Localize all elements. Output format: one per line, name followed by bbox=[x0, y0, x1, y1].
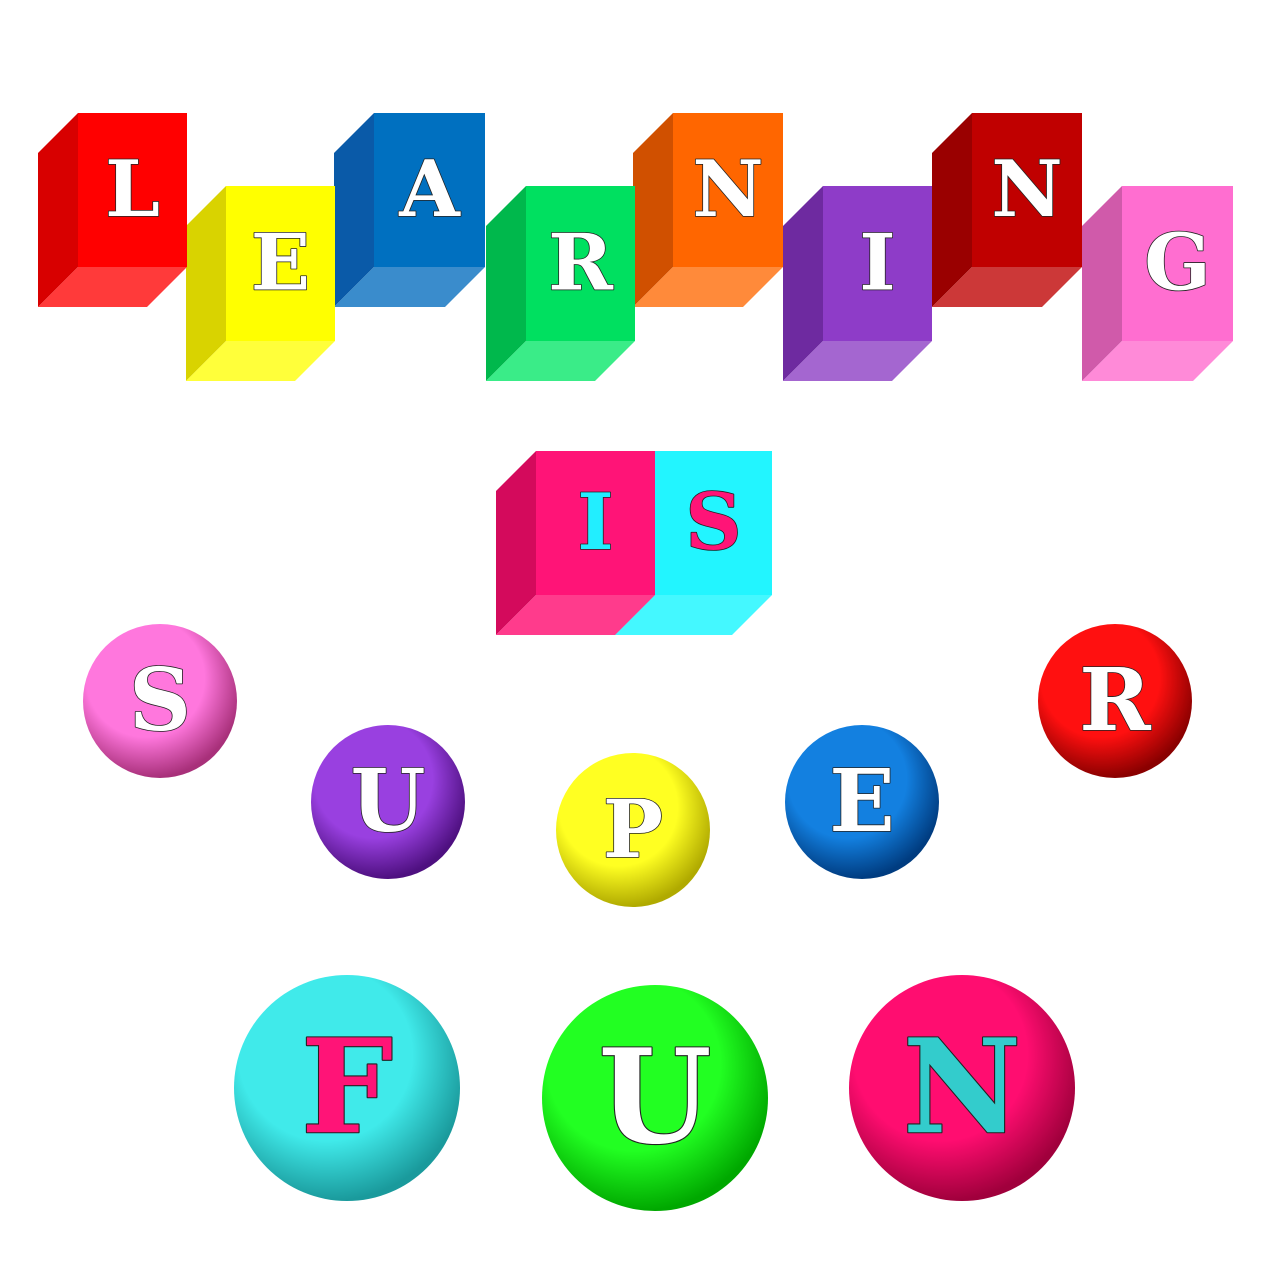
letter-ball-r: R bbox=[1038, 624, 1192, 778]
letter-ball-u: U bbox=[542, 985, 768, 1211]
word-learning: GNINRAEL bbox=[38, 113, 1233, 381]
block-letter: E bbox=[251, 218, 310, 309]
ball-letter: U bbox=[598, 1020, 711, 1173]
ball-letter: E bbox=[829, 751, 895, 852]
letter-block-e: E bbox=[186, 186, 335, 381]
ball-letter: R bbox=[1079, 650, 1151, 751]
letter-block-n: N bbox=[633, 113, 783, 307]
ball-letter: F bbox=[301, 1010, 393, 1163]
letter-ball-e: E bbox=[785, 725, 939, 879]
block-letter: N bbox=[991, 144, 1062, 235]
letter-block-a: A bbox=[334, 113, 485, 307]
letter-block-n: N bbox=[932, 113, 1082, 307]
block-letter: G bbox=[1144, 218, 1211, 309]
letter-block-l: L bbox=[38, 113, 187, 307]
block-letter: L bbox=[105, 144, 160, 235]
block-letter: A bbox=[398, 144, 461, 235]
ball-letter: U bbox=[351, 751, 426, 852]
letter-block-i: I bbox=[496, 451, 655, 635]
letter-ball-n: N bbox=[849, 975, 1075, 1201]
letter-block-r: R bbox=[486, 186, 635, 381]
block-letter: I bbox=[859, 218, 896, 309]
letter-ball-u: U bbox=[311, 725, 465, 879]
ball-letter: S bbox=[129, 650, 191, 751]
word-is: SI bbox=[496, 451, 772, 635]
ball-letter: P bbox=[603, 782, 663, 876]
block-letter: R bbox=[548, 218, 614, 309]
letter-block-g: G bbox=[1082, 186, 1233, 381]
block-letter: I bbox=[577, 477, 614, 568]
letter-block-i: I bbox=[783, 186, 932, 381]
block-letter: N bbox=[692, 144, 763, 235]
learning-is-super-fun-illustration: GNINRAEL SI SU P ER FUN bbox=[38, 113, 1233, 1211]
word-super: S U P E R bbox=[83, 624, 1192, 907]
letter-ball-s: S bbox=[83, 624, 237, 778]
letter-ball-p: P bbox=[556, 753, 710, 907]
word-fun: FUN bbox=[234, 975, 1075, 1211]
letter-ball-f: F bbox=[234, 975, 460, 1201]
ball-letter: N bbox=[903, 1010, 1022, 1163]
block-letter: S bbox=[685, 477, 741, 568]
